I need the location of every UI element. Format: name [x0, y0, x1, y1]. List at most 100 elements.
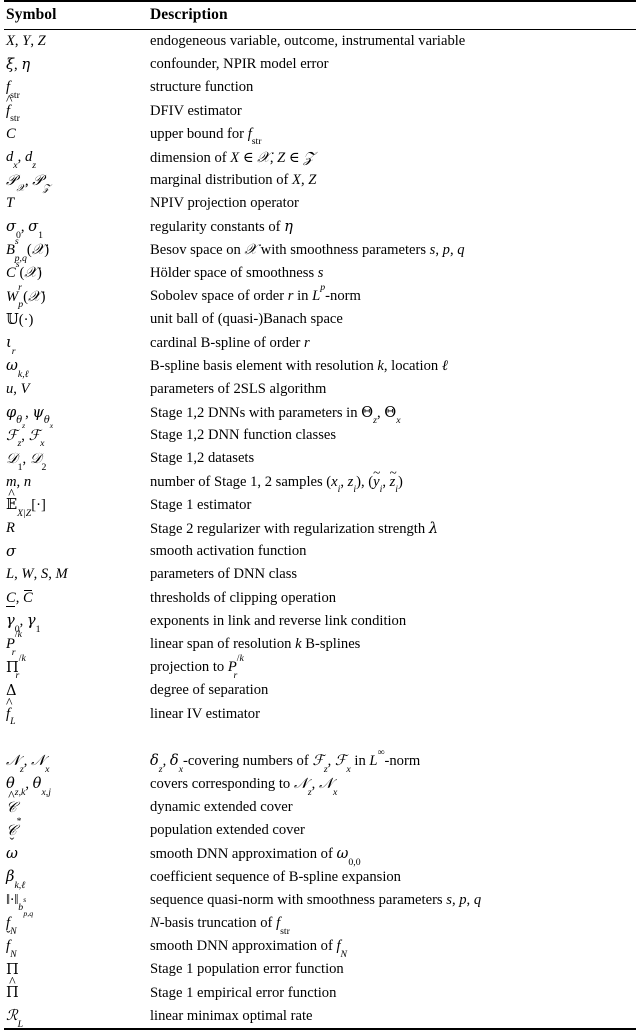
description-cell: number of Stage 1, 2 samples (xi, zi), (…: [150, 464, 403, 496]
description-cell: endogeneous variable, outcome, instrumen…: [150, 33, 466, 50]
description-cell: linear minimax optimal rate: [150, 1007, 313, 1024]
description-cell: coefficient sequence of B-spline expansi…: [150, 868, 401, 885]
symbol-cell: γ0, γ1: [6, 612, 41, 635]
table-row: T NPIV projection operator: [4, 192, 636, 215]
table-row: m, n number of Stage 1, 2 samples (xi, z…: [4, 464, 636, 496]
table-row: γ0, γ1 exponents in link and reverse lin…: [4, 610, 636, 635]
description-cell: structure function: [150, 79, 254, 96]
symbol-cell: m, n: [6, 473, 32, 490]
description-cell: parameters of 2SLS algorithm: [150, 380, 327, 397]
symbol-cell: θz,k, θx,j: [6, 775, 51, 799]
symbol-cell: [4, 726, 148, 750]
symbol-cell: Cs(𝒳): [6, 258, 42, 282]
table-row: L, W, S, M parameters of DNN class: [4, 563, 636, 586]
description-cell: Stage 2 regularizer with regularization …: [150, 519, 439, 537]
description-cell: NPIV projection operator: [150, 195, 299, 212]
symbol-cell: C, C: [6, 589, 33, 608]
column-header-description: Description: [150, 6, 228, 23]
table-row: ωk,ℓ B-spline basis element with resolut…: [4, 355, 636, 380]
description-cell: N-basis truncation of fstr: [150, 915, 290, 937]
notation-table: Symbol Description X, Y, Z endogeneous v…: [0, 0, 640, 1030]
symbol-cell: σ: [6, 542, 16, 560]
table-row: ℛL linear minimax optimal rate: [4, 1005, 636, 1030]
table-row: σ smooth activation function: [4, 540, 636, 563]
table-row: Wrp(𝒳) Sobolev space of order r in Lp-no…: [4, 281, 636, 309]
symbol-cell: ^ 𝔼X|Z[·]: [6, 487, 46, 519]
symbol-cell: 𝕌(·): [6, 310, 34, 328]
table-row: X, Y, Z endogeneous variable, outcome, i…: [4, 30, 636, 53]
table-row: u, V parameters of 2SLS algorithm: [4, 378, 636, 401]
description-cell: linear IV estimator: [150, 705, 260, 722]
description-cell: marginal distribution of X, Z: [150, 172, 317, 189]
description-cell: Stage 1 estimator: [150, 496, 252, 513]
table-row: ιr cardinal B-spline of order r: [4, 331, 636, 357]
symbol-cell: 𝒞*: [6, 816, 22, 839]
symbol-cell: T: [6, 195, 15, 212]
table-row: ˇω smooth DNN approximation of ω0,0: [4, 835, 636, 867]
description-cell: δz, δx-covering numbers of ℱz, ℱx in L∞-…: [150, 746, 421, 775]
description-cell: parameters of DNN class: [150, 566, 298, 583]
notation-table-body: X, Y, Z endogeneous variable, outcome, i…: [4, 30, 636, 1030]
symbol-cell: ‖·‖bsp,q: [6, 891, 34, 918]
symbol-cell: ωk,ℓ: [6, 357, 29, 380]
table-row: 𝒫𝒳, 𝒫𝒵 marginal distribution of X, Z: [4, 169, 636, 194]
table-row: ˇ fN smooth DNN approximation of fN: [4, 930, 636, 959]
description-cell: smooth activation function: [150, 543, 307, 560]
table-row: R Stage 2 regularizer with regularizatio…: [4, 517, 636, 540]
description-cell: thresholds of clipping operation: [150, 589, 337, 606]
description-cell: dimension of X ∈ 𝒳, Z ∈ 𝒵: [150, 148, 315, 166]
table-row: 𝒞* population extended cover: [4, 816, 636, 842]
table-row: Δ degree of separation: [4, 679, 636, 702]
description-cell: covers corresponding to 𝒩z, 𝒩x: [150, 775, 338, 799]
table-row: 𝕌(·) unit ball of (quasi-)Banach space: [4, 308, 636, 331]
description-cell: linear span of resolution k B-splines: [150, 635, 361, 652]
symbol-cell: 𝒩z, 𝒩x: [6, 752, 50, 775]
symbol-cell: ^ fL: [6, 696, 16, 728]
description-cell: Sobolev space of order r in Lp-norm: [150, 281, 361, 305]
table-row: C upper bound for fstr: [4, 123, 636, 147]
table-row: C, C thresholds of clipping operation: [4, 587, 636, 610]
description-cell: population extended cover: [150, 822, 305, 839]
description-cell: cardinal B-spline of order r: [150, 334, 310, 351]
description-cell: regularity constants of η: [150, 218, 293, 236]
table-row: 𝒩z, 𝒩x δz, δx-covering numbers of ℱz, ℱx…: [4, 746, 636, 775]
symbol-cell: ιr: [6, 334, 16, 357]
description-cell: confounder, NPIR model error: [150, 56, 329, 73]
description-cell: DFIV estimator: [150, 102, 242, 119]
table-row: βk,ℓ coefficient sequence of B-spline ex…: [4, 866, 636, 891]
table-header-row: Symbol Description: [4, 2, 636, 29]
symbol-cell: C: [6, 125, 16, 142]
description-cell: Stage 1 population error function: [150, 961, 344, 978]
description-cell: degree of separation: [150, 682, 269, 699]
symbol-cell: Π: [6, 960, 19, 978]
symbol-cell: dx, dz: [6, 149, 37, 171]
symbol-cell: φθz, ψθx: [6, 403, 54, 431]
symbol-cell: ℱz, ℱx: [6, 426, 45, 450]
symbol-cell: ^ 𝒞: [6, 789, 17, 816]
description-cell: projection to P/kr: [150, 652, 244, 681]
symbol-cell: X, Y, Z: [6, 33, 46, 50]
table-row: fN N-basis truncation of fstr: [4, 912, 636, 937]
table-row: θz,k, θx,j covers corresponding to 𝒩z, 𝒩…: [4, 773, 636, 799]
table-row: dx, dz dimension of X ∈ 𝒳, Z ∈ 𝒵: [4, 146, 636, 171]
symbol-cell: βk,ℓ: [6, 868, 26, 891]
description-cell: Stage 1,2 DNNs with parameters in Θz, Θx: [150, 403, 401, 427]
description-cell: Stage 1,2 DNN function classes: [150, 427, 337, 444]
description-cell: [148, 726, 636, 750]
notation-table-grid: Symbol Description: [4, 2, 636, 29]
symbol-cell: σ0, σ1: [6, 218, 44, 241]
table-row: ^ Π Stage 1 empirical error function: [4, 974, 636, 1005]
symbol-cell: ^ Π: [6, 974, 19, 1002]
table-row: Π/kr projection to P/kr: [4, 652, 636, 681]
symbol-cell: ˇω: [6, 835, 18, 862]
table-row: ^ fL linear IV estimator: [4, 696, 636, 728]
column-header-symbol: Symbol: [6, 6, 57, 23]
table-row: ‖·‖bsp,q sequence quasi-norm with smooth…: [4, 889, 636, 918]
description-cell: unit ball of (quasi-)Banach space: [150, 311, 343, 328]
symbol-cell: fstr: [6, 79, 20, 102]
symbol-cell: ℛL: [6, 1007, 24, 1030]
symbol-cell: L, W, S, M: [6, 566, 68, 583]
table-row: Bsp,q(𝒳) Besov space on 𝒳 with smoothnes…: [4, 236, 636, 263]
table-row: ℱz, ℱx Stage 1,2 DNN function classes: [4, 424, 636, 450]
symbol-cell: ξ, η: [6, 55, 31, 73]
